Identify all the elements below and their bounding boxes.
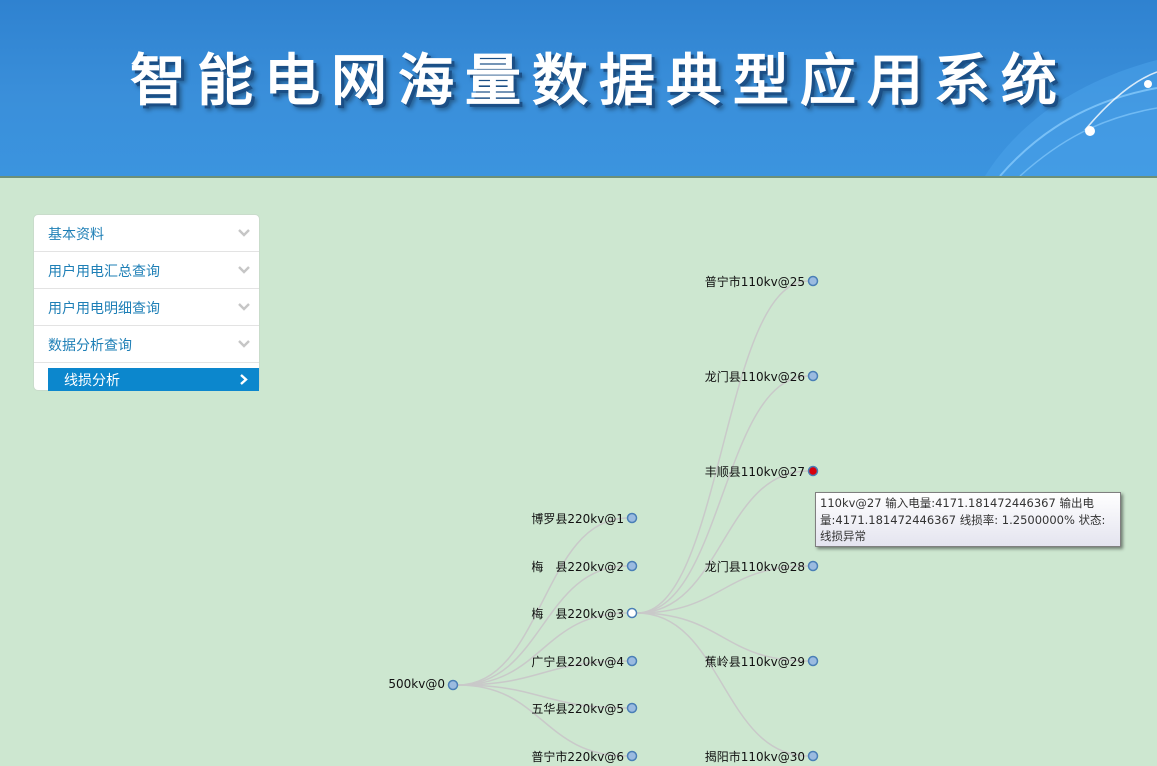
tree-node[interactable] bbox=[626, 560, 638, 572]
tree-node-label[interactable]: 普宁市220kv@6 bbox=[531, 748, 624, 765]
tree-node[interactable] bbox=[626, 702, 638, 714]
tree-node-label[interactable]: 龙门县110kv@28 bbox=[705, 558, 805, 575]
tree-link bbox=[636, 375, 809, 614]
tree-node[interactable] bbox=[626, 750, 638, 762]
tree-node-label[interactable]: 揭阳市110kv@30 bbox=[705, 748, 805, 765]
tree-node[interactable] bbox=[626, 607, 638, 619]
tree-node-label[interactable]: 龙门县110kv@26 bbox=[705, 368, 805, 385]
tree-link bbox=[636, 612, 809, 757]
tree-node[interactable] bbox=[807, 655, 819, 667]
tree-link bbox=[457, 684, 628, 757]
node-tooltip: 110kv@27 输入电量:4171.181472446367 输出电量:417… bbox=[815, 492, 1121, 547]
tree-node[interactable] bbox=[807, 275, 819, 287]
tree-node-label[interactable]: 梅 县220kv@2 bbox=[531, 558, 624, 575]
tree-node-label[interactable]: 500kv@0 bbox=[388, 677, 445, 691]
tree-link bbox=[457, 612, 628, 686]
tree-node-label[interactable]: 博罗县220kv@1 bbox=[531, 510, 624, 527]
tree-node[interactable] bbox=[626, 655, 638, 667]
tree-node-label[interactable]: 蕉岭县110kv@29 bbox=[705, 653, 805, 670]
tree-node-label[interactable]: 普宁市110kv@25 bbox=[705, 273, 805, 290]
tree-node[interactable] bbox=[807, 750, 819, 762]
tree-node[interactable] bbox=[626, 512, 638, 524]
tree-node-label[interactable]: 广宁县220kv@4 bbox=[531, 653, 624, 670]
tree-node-abnormal[interactable] bbox=[807, 465, 819, 477]
tree-node-label[interactable]: 五华县220kv@5 bbox=[531, 700, 624, 717]
grid-topology-tree bbox=[447, 275, 819, 762]
tree-node-label[interactable]: 丰顺县110kv@27 bbox=[705, 463, 805, 480]
tree-node[interactable] bbox=[807, 560, 819, 572]
tree-node[interactable] bbox=[807, 370, 819, 382]
tree-node-root[interactable] bbox=[447, 679, 459, 691]
tree-node-label[interactable]: 梅 县220kv@3 bbox=[531, 605, 624, 622]
